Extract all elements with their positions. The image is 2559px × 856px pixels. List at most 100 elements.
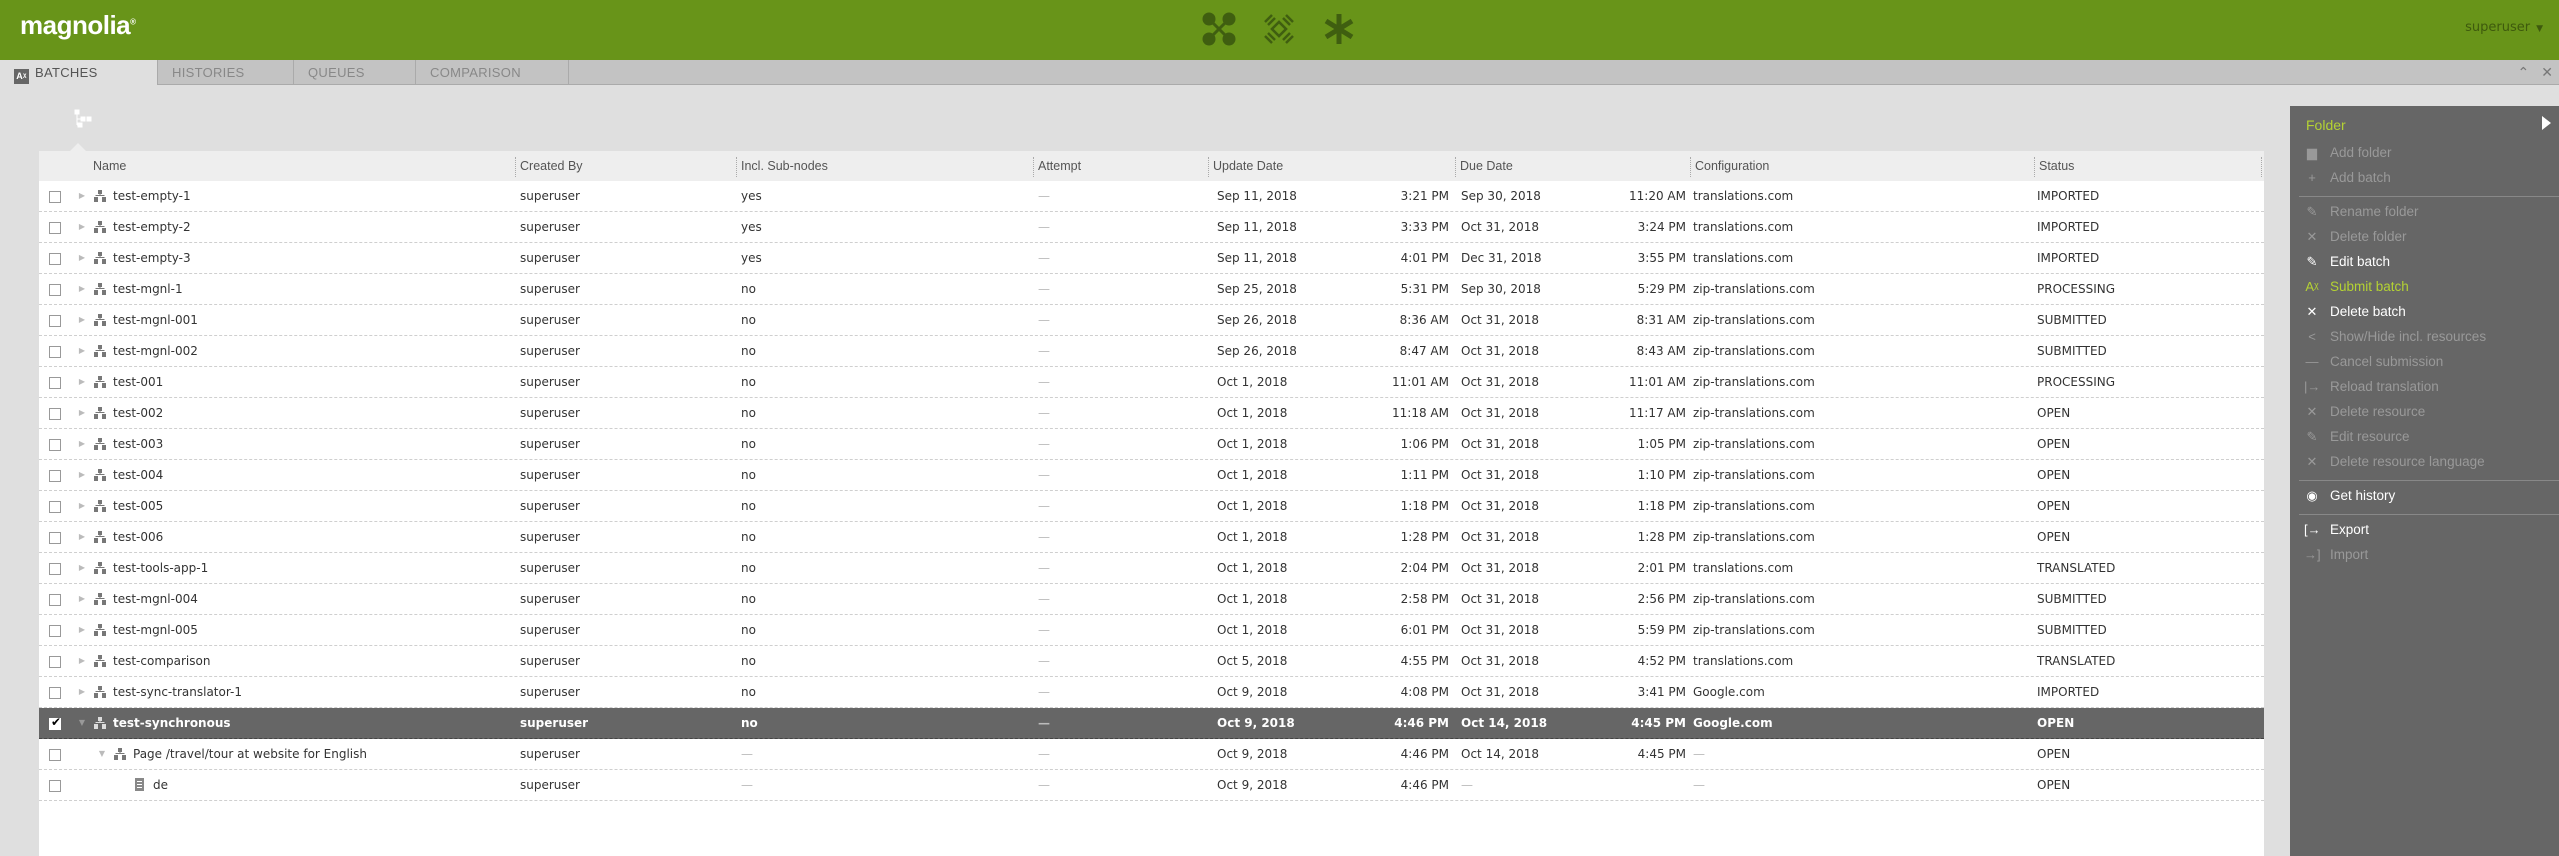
row-checkbox[interactable] bbox=[49, 284, 61, 296]
expand-arrow-icon[interactable]: ▶ bbox=[77, 584, 87, 614]
table-row[interactable]: ▶ test-mgnl-1 superuser no — Sep 25, 2018 5:31… bbox=[39, 274, 2264, 305]
tab-comparison[interactable]: COMPARISON bbox=[416, 60, 569, 85]
table-row[interactable]: ▶ test-sync-translator-1 superuser no — Oct 9… bbox=[39, 677, 2264, 708]
expand-arrow-icon[interactable]: ▶ bbox=[77, 460, 87, 490]
table-row[interactable]: ▶ test-mgnl-004 superuser no — Oct 1, 2018 2:5… bbox=[39, 584, 2264, 615]
row-checkbox[interactable] bbox=[49, 594, 61, 606]
column-header-created-by[interactable]: Created By bbox=[516, 151, 583, 181]
action-cancel-submission[interactable]: — Cancel submission bbox=[2304, 351, 2444, 373]
user-menu[interactable]: superuser ▼ bbox=[2465, 20, 2543, 35]
expand-arrow-icon[interactable]: ▶ bbox=[77, 677, 87, 707]
action-submit-batch[interactable]: Aᵡ Submit batch bbox=[2304, 276, 2408, 298]
action-add-folder[interactable]: ▆ Add folder bbox=[2304, 142, 2392, 164]
collapse-arrow-icon[interactable]: ▼ bbox=[77, 708, 87, 738]
column-header-due-date[interactable]: Due Date bbox=[1456, 151, 1513, 181]
row-checkbox[interactable] bbox=[49, 377, 61, 389]
table-row[interactable]: ▶ test-001 superuser no — Oct 1, 2018 11:01 AM… bbox=[39, 367, 2264, 398]
collapse-arrow-icon[interactable]: ▼ bbox=[97, 739, 107, 769]
expand-arrow-icon[interactable]: ▶ bbox=[77, 429, 87, 459]
row-checkbox[interactable] bbox=[49, 656, 61, 668]
row-checkbox[interactable] bbox=[49, 439, 61, 451]
action-export[interactable]: [→ Export bbox=[2304, 519, 2369, 541]
row-checkbox[interactable] bbox=[49, 687, 61, 699]
expand-arrow-icon[interactable]: ▶ bbox=[77, 553, 87, 583]
action-import[interactable]: →] Import bbox=[2304, 544, 2368, 566]
expand-arrow-icon[interactable]: ▶ bbox=[77, 212, 87, 242]
close-icon: ✕ bbox=[2306, 229, 2318, 244]
action-rename-folder[interactable]: ✎ Rename folder bbox=[2304, 201, 2419, 223]
table-row[interactable]: ▶ test-mgnl-005 superuser no — Oct 1, 2018 6:0… bbox=[39, 615, 2264, 646]
asterisk-icon[interactable] bbox=[1320, 10, 1358, 48]
expand-arrow-icon[interactable]: ▶ bbox=[77, 367, 87, 397]
action-delete-folder[interactable]: ✕ Delete folder bbox=[2304, 226, 2407, 248]
table-row[interactable]: de superuser — — Oct 9, 2018 4:46 PM — — OPEN bbox=[39, 770, 2264, 801]
row-checkbox[interactable]: ✔ bbox=[49, 715, 61, 730]
row-checkbox[interactable] bbox=[49, 532, 61, 544]
tab-queues[interactable]: QUEUES bbox=[294, 60, 416, 85]
cell-due-time: 4:45 PM bbox=[1631, 716, 1686, 730]
row-checkbox[interactable] bbox=[49, 408, 61, 420]
table-row[interactable]: ▶ test-mgnl-001 superuser no — Sep 26, 2018 8:… bbox=[39, 305, 2264, 336]
magnolia-logo[interactable]: magnolia® bbox=[20, 10, 136, 41]
expand-arrow-icon[interactable]: ▶ bbox=[77, 336, 87, 366]
table-row[interactable]: ▶ test-mgnl-002 superuser no — Sep 26, 2018 8:… bbox=[39, 336, 2264, 367]
collapse-panel-icon[interactable] bbox=[2542, 116, 2551, 130]
tab-batches[interactable]: Aᵡ BATCHES bbox=[0, 60, 157, 86]
connections-icon[interactable] bbox=[1200, 10, 1238, 48]
expand-arrow-icon[interactable]: ▶ bbox=[77, 398, 87, 428]
cell-configuration: zip-translations.com bbox=[1693, 375, 1815, 389]
row-checkbox[interactable] bbox=[49, 470, 61, 482]
column-header-attempt[interactable]: Attempt bbox=[1034, 151, 1081, 181]
tree-view-icon[interactable] bbox=[72, 108, 96, 132]
expand-arrow-icon[interactable]: ▶ bbox=[77, 305, 87, 335]
table-row[interactable]: ▶ test-empty-1 superuser yes — Sep 11, 2018 3:… bbox=[39, 181, 2264, 212]
action-delete-batch[interactable]: ✕ Delete batch bbox=[2304, 301, 2406, 323]
diamond-pattern-icon[interactable] bbox=[1260, 10, 1298, 48]
table-row[interactable]: ▼ Page /travel/tour at website for Englis… bbox=[39, 739, 2264, 770]
column-header-configuration[interactable]: Configuration bbox=[1691, 151, 1769, 181]
column-header-incl-subnodes[interactable]: Incl. Sub-nodes bbox=[737, 151, 828, 181]
table-row[interactable]: ✔ ▼ test-synchronous superuser no — Oct 9, 201… bbox=[39, 708, 2264, 739]
maximize-icon[interactable]: ⌃ bbox=[2518, 65, 2530, 81]
expand-arrow-icon[interactable]: ▶ bbox=[77, 181, 87, 211]
action-edit-batch[interactable]: ✎ Edit batch bbox=[2304, 251, 2391, 273]
column-header-name[interactable]: Name bbox=[89, 151, 126, 181]
table-row[interactable]: ▶ test-empty-3 superuser yes — Sep 11, 2018 4:… bbox=[39, 243, 2264, 274]
action-delete-resource-language[interactable]: ✕ Delete resource language bbox=[2304, 451, 2485, 473]
row-checkbox[interactable] bbox=[49, 222, 61, 234]
table-row[interactable]: ▶ test-empty-2 superuser yes — Sep 11, 2018 3:… bbox=[39, 212, 2264, 243]
expand-arrow-icon[interactable]: ▶ bbox=[77, 615, 87, 645]
table-row[interactable]: ▶ test-tools-app-1 superuser no — Oct 1, 2018… bbox=[39, 553, 2264, 584]
table-row[interactable]: ▶ test-006 superuser no — Oct 1, 2018 1:28 PM O… bbox=[39, 522, 2264, 553]
action-reload-translation[interactable]: |→ Reload translation bbox=[2304, 376, 2439, 398]
action-edit-resource[interactable]: ✎ Edit resource bbox=[2304, 426, 2410, 448]
expand-arrow-icon[interactable]: ▶ bbox=[77, 274, 87, 304]
row-checkbox[interactable] bbox=[49, 253, 61, 265]
table-row[interactable]: ▶ test-comparison superuser no — Oct 5, 2018 4… bbox=[39, 646, 2264, 677]
cell-due-time: 5:59 PM bbox=[1637, 623, 1686, 637]
action-add-batch[interactable]: + Add batch bbox=[2304, 167, 2391, 189]
table-row[interactable]: ▶ test-005 superuser no — Oct 1, 2018 1:18 PM O… bbox=[39, 491, 2264, 522]
column-header-update-date[interactable]: Update Date bbox=[1209, 151, 1283, 181]
action-delete-resource[interactable]: ✕ Delete resource bbox=[2304, 401, 2426, 423]
table-row[interactable]: ▶ test-002 superuser no — Oct 1, 2018 11:18 AM… bbox=[39, 398, 2264, 429]
row-checkbox[interactable] bbox=[49, 346, 61, 358]
action-show-hide-incl-resources[interactable]: < Show/Hide incl. resources bbox=[2304, 326, 2486, 348]
expand-arrow-icon[interactable]: ▶ bbox=[77, 491, 87, 521]
table-row[interactable]: ▶ test-003 superuser no — Oct 1, 2018 1:06 PM O… bbox=[39, 429, 2264, 460]
row-checkbox[interactable] bbox=[49, 501, 61, 513]
row-checkbox[interactable] bbox=[49, 315, 61, 327]
action-get-history[interactable]: ◉ Get history bbox=[2304, 485, 2395, 507]
column-header-status[interactable]: Status bbox=[2035, 151, 2074, 181]
row-checkbox[interactable] bbox=[49, 191, 61, 203]
close-icon[interactable]: ✕ bbox=[2541, 65, 2553, 81]
tab-histories[interactable]: HISTORIES bbox=[157, 60, 294, 85]
table-row[interactable]: ▶ test-004 superuser no — Oct 1, 2018 1:11 PM O… bbox=[39, 460, 2264, 491]
expand-arrow-icon[interactable]: ▶ bbox=[77, 646, 87, 676]
row-checkbox[interactable] bbox=[49, 563, 61, 575]
row-checkbox[interactable] bbox=[49, 625, 61, 637]
expand-arrow-icon[interactable]: ▶ bbox=[77, 243, 87, 273]
row-checkbox[interactable] bbox=[49, 749, 61, 761]
expand-arrow-icon[interactable]: ▶ bbox=[77, 522, 87, 552]
row-checkbox[interactable] bbox=[49, 780, 61, 792]
